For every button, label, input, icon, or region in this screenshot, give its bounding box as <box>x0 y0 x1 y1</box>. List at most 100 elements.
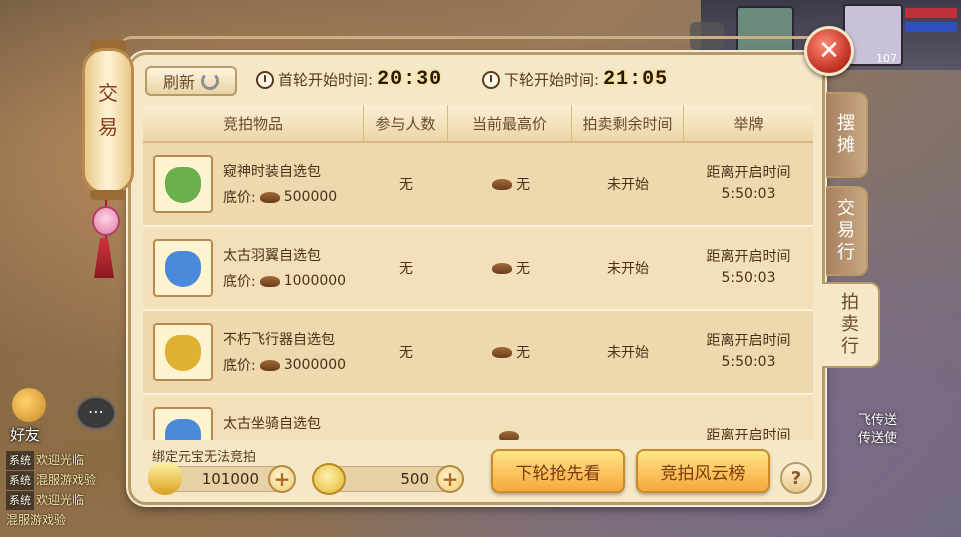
table-row[interactable]: 太古羽翼自选包底价: 1000000 无 无 未开始 距离开启时间 5:50:03 <box>143 227 813 311</box>
ingot-icon <box>492 346 512 358</box>
auction-ranking-button[interactable]: 竞拍风云榜 <box>636 449 770 493</box>
ingot-icon <box>148 463 182 495</box>
price-value: 500000 <box>283 189 338 205</box>
button-label: 竞拍风云榜 <box>660 463 746 484</box>
auction-table[interactable]: 竞拍物品 参与人数 当前最高价 拍卖剩余时间 举牌 窥神时装自选包 底价: 5000… <box>143 105 813 440</box>
add-ingot-button[interactable]: + <box>268 465 296 493</box>
item-cell: 窥神时装自选包 底价: 500000 <box>143 143 364 225</box>
next-round-value: 21:05 <box>603 68 669 91</box>
highest-price-cell: 无 <box>448 227 572 309</box>
tab-trading[interactable]: 交易行 <box>826 186 868 276</box>
remaining-time-cell: 未开始 <box>607 345 649 361</box>
ingot-icon <box>492 178 512 190</box>
bid-cell[interactable]: 距离开启时间 <box>684 395 813 441</box>
open-countdown-value: 5:50:03 <box>721 354 776 370</box>
header-item: 竞拍物品 <box>143 105 364 141</box>
gift-bag-icon[interactable] <box>153 239 213 297</box>
header-bid: 举牌 <box>733 114 764 133</box>
next-round-time: 下轮开始时间: 21:05 <box>482 68 668 91</box>
open-countdown-label: 距离开启时间 <box>706 249 791 265</box>
open-countdown-label: 距离开启时间 <box>706 427 791 441</box>
tab-auction[interactable]: 拍卖行 <box>822 282 880 368</box>
tab-stall[interactable]: 摆摊 <box>826 92 868 178</box>
participants-cell: 无 <box>399 261 413 277</box>
first-round-label: 首轮开始时间: <box>278 71 374 89</box>
tab-label: 拍卖行 <box>841 292 859 357</box>
table-row[interactable]: 太古坐骑自选包底价: 距离开启时间 <box>143 395 813 440</box>
item-cell: 太古坐骑自选包底价: <box>143 395 364 440</box>
item-price: 底价: <box>223 439 321 440</box>
lantern-bottom <box>90 190 126 200</box>
next-round-preview-button[interactable]: 下轮抢先看 <box>491 449 625 493</box>
gift-bag-icon[interactable] <box>153 407 213 440</box>
bid-cell[interactable]: 距离开启时间 5:50:03 <box>684 143 813 225</box>
price-value: 3000000 <box>283 357 347 373</box>
item-price: 底价: 1000000 <box>223 271 346 291</box>
highest-price-cell: 无 <box>448 311 572 393</box>
mp-bar <box>905 22 957 32</box>
open-countdown-value: 5:50:03 <box>721 270 776 286</box>
chat-icon[interactable]: ⋯ <box>76 396 116 430</box>
add-coin-button[interactable]: + <box>436 465 464 493</box>
close-button[interactable]: ✕ <box>804 26 854 76</box>
button-label: 下轮抢先看 <box>515 463 601 484</box>
first-round-time: 首轮开始时间: 20:30 <box>256 68 442 91</box>
price-label: 底价: <box>223 358 256 374</box>
item-name: 太古羽翼自选包 <box>223 248 321 264</box>
teleport-text: 飞传送 传送使 <box>858 413 898 446</box>
item-info: 不朽飞行器自选包 底价: 3000000 <box>223 329 346 375</box>
clock-icon <box>256 70 274 89</box>
chat-line: 系统 混服游戏验 <box>6 470 136 490</box>
table-row[interactable]: 不朽飞行器自选包 底价: 3000000 无 无 未开始 距离开启时间 5:50:03 <box>143 311 813 395</box>
hp-bar <box>905 8 957 18</box>
friend-label: 好友 <box>10 426 41 444</box>
ingot-icon <box>499 430 519 440</box>
item-cell: 太古羽翼自选包底价: 1000000 <box>143 227 364 309</box>
highest-price-value: 无 <box>516 261 530 277</box>
item-name: 太古坐骑自选包 <box>223 416 321 432</box>
tab-label: 摆摊 <box>837 113 855 156</box>
item-name: 窥神时装自选包 <box>223 164 321 180</box>
highest-price-value: 无 <box>516 177 530 193</box>
item-info: 太古羽翼自选包底价: 1000000 <box>223 245 346 291</box>
item-info: 窥神时装自选包 底价: 500000 <box>223 161 337 207</box>
ingot-icon <box>259 359 280 371</box>
item-price: 底价: 3000000 <box>223 355 346 375</box>
charm-icon <box>92 206 120 236</box>
chat-line: 混服游戏验 <box>6 513 67 527</box>
first-round-value: 20:30 <box>377 68 443 91</box>
next-round-label: 下轮开始时间: <box>504 71 600 89</box>
help-icon: ? <box>790 467 802 489</box>
bid-cell[interactable]: 距离开启时间 5:50:03 <box>684 227 813 309</box>
item-cell: 不朽飞行器自选包 底价: 3000000 <box>143 311 364 393</box>
gift-bag-icon[interactable] <box>153 323 213 381</box>
friend-icon[interactable] <box>12 388 46 422</box>
highest-price-cell: 无 <box>448 143 572 225</box>
price-label: 底价: <box>223 190 256 206</box>
chat-log[interactable]: 系统 欢迎光临 系统 混服游戏验 系统 欢迎光临 混服游戏验 <box>6 450 136 530</box>
remaining-time-cell: 未开始 <box>607 177 649 193</box>
ingot-icon <box>259 275 280 287</box>
help-button[interactable]: ? <box>780 462 812 494</box>
refresh-label: 刷新 <box>162 73 195 92</box>
participants-cell <box>364 395 448 440</box>
item-name: 不朽飞行器自选包 <box>223 332 335 348</box>
item-info: 太古坐骑自选包底价: <box>223 413 321 440</box>
price-value: 1000000 <box>283 273 347 289</box>
remaining-time-cell: 未开始 <box>607 261 649 277</box>
bid-cell[interactable]: 距离开启时间 5:50:03 <box>684 311 813 393</box>
item-price: 底价: 500000 <box>223 187 337 207</box>
refresh-button[interactable]: 刷新 <box>145 66 237 96</box>
highest-price-cell <box>448 395 572 440</box>
gift-bag-icon[interactable] <box>153 155 213 213</box>
ingot-icon <box>492 262 512 274</box>
tassel <box>94 238 114 278</box>
table-header: 竞拍物品 参与人数 当前最高价 拍卖剩余时间 举牌 <box>143 105 813 143</box>
price-label: 底价: <box>223 439 256 440</box>
open-countdown-value: 5:50:03 <box>721 186 776 202</box>
coin-amount: 500 <box>400 470 429 488</box>
table-row[interactable]: 窥神时装自选包 底价: 500000 无 无 未开始 距离开启时间 5:50:03 <box>143 143 813 227</box>
tab-label: 交易行 <box>837 198 855 263</box>
header-participants: 参与人数 <box>364 105 448 141</box>
coin-icon <box>312 463 346 495</box>
